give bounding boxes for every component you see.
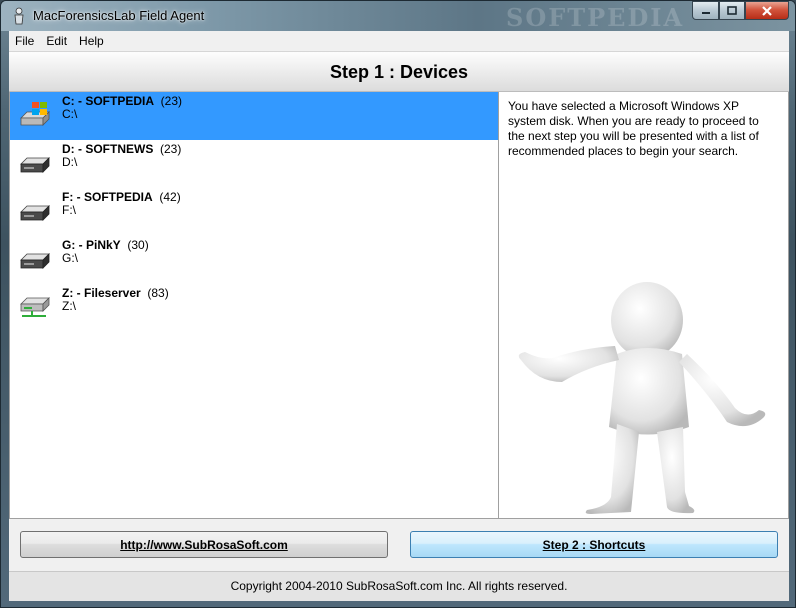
network-drive-icon bbox=[20, 297, 50, 317]
menu-file[interactable]: File bbox=[9, 31, 40, 51]
device-row-c[interactable]: C: - SOFTPEDIA (23) C:\ bbox=[10, 92, 498, 140]
device-path: D:\ bbox=[62, 155, 78, 169]
device-row-d[interactable]: D: - SOFTNEWS (23) D:\ bbox=[10, 140, 498, 188]
close-icon bbox=[762, 5, 772, 16]
hard-drive-icon bbox=[20, 253, 50, 269]
device-name: Z: - Fileserver (83) bbox=[62, 286, 169, 300]
device-row-f[interactable]: F: - SOFTPEDIA (42) F:\ bbox=[10, 188, 498, 236]
maximize-icon bbox=[727, 5, 737, 15]
info-text: You have selected a Microsoft Windows XP… bbox=[508, 99, 759, 158]
windows-drive-icon bbox=[20, 102, 50, 126]
device-count: (23) bbox=[160, 94, 183, 108]
next-step-button[interactable]: Step 2 : Shortcuts bbox=[410, 531, 778, 558]
presenter-figure-illustration bbox=[518, 282, 766, 514]
maximize-button[interactable] bbox=[719, 1, 745, 20]
button-row: http://www.SubRosaSoft.com Step 2 : Shor… bbox=[9, 519, 789, 571]
device-count: (42) bbox=[159, 190, 181, 204]
app-icon bbox=[14, 7, 24, 25]
device-list[interactable]: C: - SOFTPEDIA (23) C:\ D: - SOFTNEWS (2… bbox=[9, 92, 499, 519]
device-name: D: - SOFTNEWS (23) bbox=[62, 142, 182, 156]
device-path: G:\ bbox=[62, 251, 79, 265]
client-area: File Edit Help Step 1 : Devices C: - SOF… bbox=[9, 31, 789, 601]
device-path: Z:\ bbox=[62, 299, 76, 313]
device-path: C:\ bbox=[62, 107, 78, 121]
menu-bar: File Edit Help bbox=[9, 31, 789, 51]
hard-drive-icon bbox=[20, 205, 50, 221]
device-count: (30) bbox=[127, 238, 149, 252]
step-header: Step 1 : Devices bbox=[9, 51, 789, 92]
hard-drive-icon bbox=[20, 157, 50, 173]
device-count: (83) bbox=[147, 286, 169, 300]
title-bar[interactable]: MacForensicsLab Field Agent SOFTPEDIA bbox=[1, 1, 795, 32]
device-name: C: - SOFTPEDIA (23) bbox=[62, 94, 183, 108]
window-title: MacForensicsLab Field Agent bbox=[33, 8, 205, 23]
minimize-button[interactable] bbox=[692, 1, 719, 20]
device-row-g[interactable]: G: - PiNkY (30) G:\ bbox=[10, 236, 498, 284]
menu-edit[interactable]: Edit bbox=[40, 31, 73, 51]
watermark: SOFTPEDIA bbox=[506, 3, 685, 32]
device-name: G: - PiNkY (30) bbox=[62, 238, 149, 252]
copyright-footer: Copyright 2004-2010 SubRosaSoft.com Inc.… bbox=[9, 571, 789, 601]
device-path: F:\ bbox=[62, 203, 76, 217]
info-panel: You have selected a Microsoft Windows XP… bbox=[499, 92, 789, 519]
device-row-z[interactable]: Z: - Fileserver (83) Z:\ bbox=[10, 284, 498, 332]
website-link-button[interactable]: http://www.SubRosaSoft.com bbox=[20, 531, 388, 558]
app-window: MacForensicsLab Field Agent SOFTPEDIA Fi… bbox=[0, 0, 796, 608]
close-button[interactable] bbox=[745, 1, 789, 20]
menu-help[interactable]: Help bbox=[73, 31, 110, 51]
caption-buttons bbox=[692, 1, 789, 21]
device-count: (23) bbox=[160, 142, 182, 156]
minimize-icon bbox=[701, 11, 710, 14]
device-name: F: - SOFTPEDIA (42) bbox=[62, 190, 181, 204]
step-title: Step 1 : Devices bbox=[329, 62, 469, 82]
